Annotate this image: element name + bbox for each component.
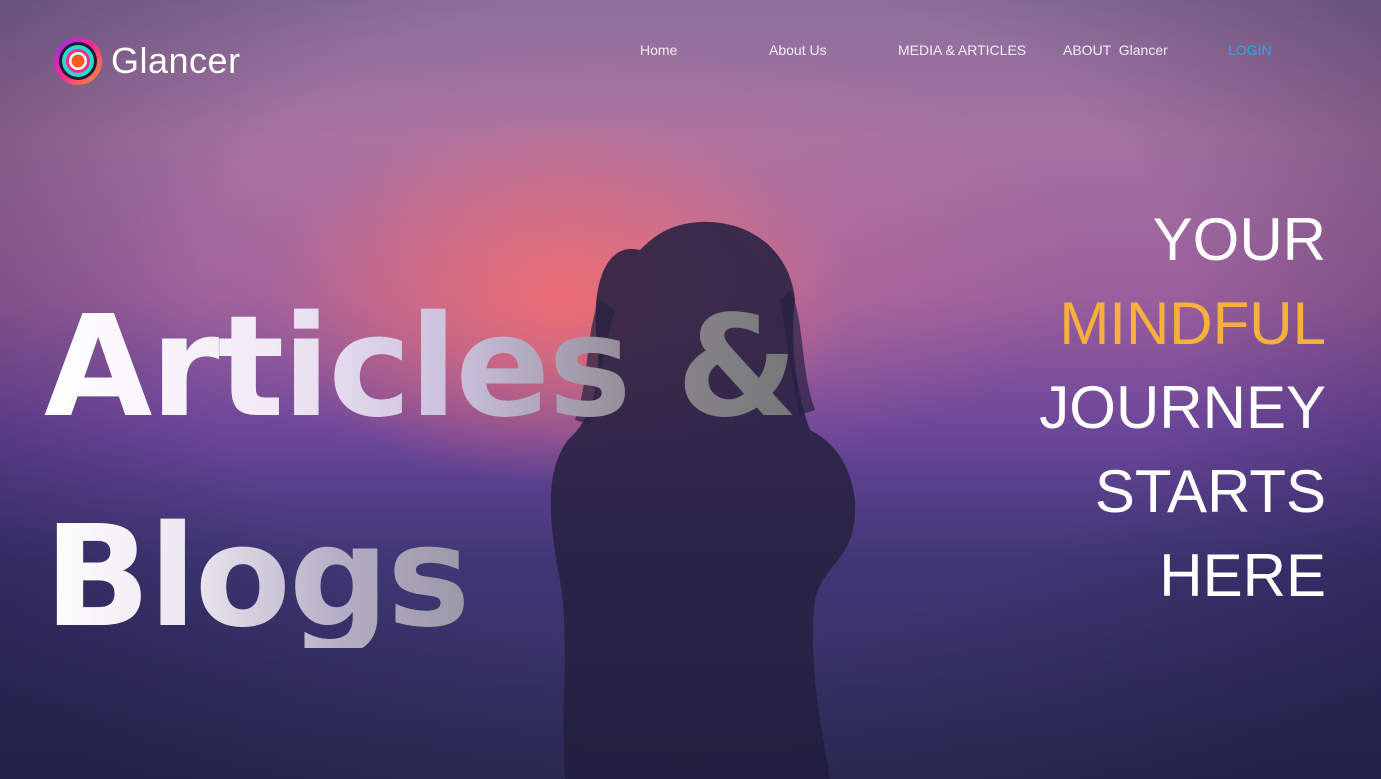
tagline-line-starts: STARTS (1094, 458, 1326, 525)
nav-about-us-link[interactable]: About Us (769, 42, 827, 58)
nav-about-glancer-link[interactable]: ABOUT Glancer (1063, 42, 1168, 58)
brand-name: Glancer (111, 40, 241, 81)
hero-headline-line1: Articles & (44, 286, 798, 449)
nav-home-link[interactable]: Home (640, 42, 677, 58)
login-link[interactable]: LOGIN (1228, 42, 1272, 58)
concentric-rings-logo-icon (54, 37, 102, 85)
hero-headline-line2: Blogs (44, 496, 470, 659)
brand-logo[interactable]: Glancer (53, 36, 241, 86)
tagline-line-mindful: MINDFUL (1059, 290, 1326, 357)
tagline-line-journey: JOURNEY (1039, 374, 1326, 441)
hero-tagline: YOUR MINDFUL JOURNEY STARTS HERE (1039, 198, 1326, 618)
tagline-line-here: HERE (1159, 542, 1326, 609)
tagline-line-your: YOUR (1152, 206, 1326, 273)
nav-media-articles-link[interactable]: MEDIA & ARTICLES (898, 42, 1026, 58)
